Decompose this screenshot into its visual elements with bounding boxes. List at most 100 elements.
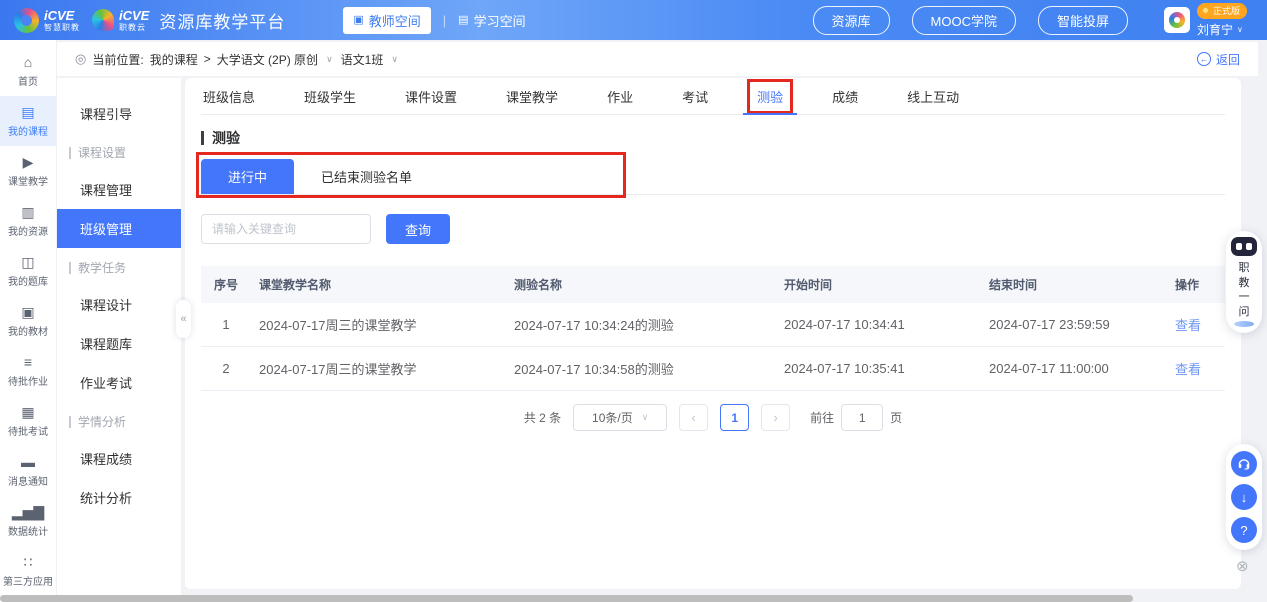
- tab-courseware-settings[interactable]: 课件设置: [403, 78, 459, 114]
- chevron-down-icon: ∨: [642, 412, 649, 423]
- tab-online-interaction[interactable]: 线上互动: [905, 78, 961, 114]
- submenu-item-course-design[interactable]: 课程设计: [57, 285, 181, 324]
- tab-label: 班级信息: [201, 87, 257, 106]
- sidebar-item-pending-homework[interactable]: ≡ 待批作业: [0, 346, 56, 396]
- submenu-item-course-question-bank[interactable]: 课程题库: [57, 324, 181, 363]
- smart-casting-button[interactable]: 智能投屏: [1038, 6, 1128, 35]
- horizontal-scrollbar[interactable]: [0, 595, 1133, 602]
- table-header-row: 序号 课堂教学名称 测验名称 开始时间 结束时间 操作: [201, 266, 1225, 303]
- sidebar-item-label: 我的资源: [8, 223, 48, 238]
- subtab-finished-list[interactable]: 已结束测验名单: [294, 159, 439, 194]
- user-menu[interactable]: 刘育宁 ∨: [1197, 21, 1243, 38]
- prev-page-button[interactable]: ‹: [679, 404, 708, 431]
- sidebar-item-question-bank[interactable]: ◫ 我的题库: [0, 246, 56, 296]
- goto-page-input[interactable]: [841, 404, 883, 431]
- chevron-down-icon[interactable]: ∨: [326, 54, 333, 65]
- robot-icon: [1231, 237, 1257, 256]
- mooc-academy-button[interactable]: MOOC学院: [912, 6, 1016, 35]
- sidebar-item-home[interactable]: ⌂ 首页: [0, 46, 56, 96]
- tab-label: 课件设置: [403, 87, 459, 106]
- icve-swirl-logo-icon: [14, 8, 39, 33]
- space-divider: |: [443, 13, 446, 28]
- learning-space-button[interactable]: ▤ 学习空间: [458, 11, 525, 30]
- sidebar-item-textbooks[interactable]: ▣ 我的教材: [0, 296, 56, 346]
- breadcrumb-location-label: 当前位置:: [92, 51, 143, 68]
- search-input[interactable]: [201, 214, 371, 244]
- customer-service-button[interactable]: [1231, 451, 1257, 477]
- breadcrumb-class[interactable]: 语文1班: [341, 51, 384, 68]
- submenu-item-statistical-analysis[interactable]: 统计分析: [57, 478, 181, 517]
- back-button[interactable]: ← 返回: [1197, 51, 1240, 68]
- submenu-item-course-grades[interactable]: 课程成绩: [57, 439, 181, 478]
- sidebar-item-notifications[interactable]: ▬ 消息通知: [0, 446, 56, 496]
- tab-label: 课堂教学: [504, 87, 560, 106]
- username: 刘育宁: [1197, 21, 1233, 38]
- tab-label: 考试: [680, 87, 710, 106]
- sidebar-collapse-handle[interactable]: «: [176, 300, 191, 338]
- page-size-select[interactable]: 10条/页 ∨: [573, 404, 667, 431]
- pending-homework-icon: ≡: [24, 355, 32, 369]
- help-button[interactable]: ?: [1231, 517, 1257, 543]
- tab-class-info[interactable]: 班级信息: [201, 78, 257, 114]
- close-toolbar-button[interactable]: ⊗: [1236, 557, 1249, 575]
- teacher-space-button[interactable]: ▣ 教师空间: [343, 7, 430, 34]
- resources-icon: ▥: [21, 205, 34, 219]
- sidebar-item-label: 首页: [18, 73, 38, 88]
- submenu-section-learning-analysis: 学情分析: [57, 402, 181, 439]
- pagination-total: 共 2 条: [524, 409, 561, 426]
- tab-class-students[interactable]: 班级学生: [302, 78, 358, 114]
- assistant-widget[interactable]: 职教一问: [1226, 231, 1262, 333]
- breadcrumb-course[interactable]: 大学语文 (2P) 原创: [217, 51, 318, 68]
- subtab-in-progress[interactable]: 进行中: [201, 159, 294, 194]
- sidebar-item-my-courses[interactable]: ▤ 我的课程: [0, 96, 56, 146]
- tab-label: 线上互动: [905, 87, 961, 106]
- quiz-section-title: 测验: [201, 128, 1225, 148]
- view-link[interactable]: 查看: [1175, 318, 1201, 333]
- search-button[interactable]: 查询: [386, 214, 450, 244]
- sidebar-item-label: 待批考试: [8, 423, 48, 438]
- logo-primary-brand: iCVE: [44, 9, 80, 22]
- teacher-space-icon: ▣: [353, 15, 363, 26]
- grid-dots-icon: ∷: [24, 555, 33, 569]
- tab-homework[interactable]: 作业: [605, 78, 635, 114]
- collapse-icon: «: [180, 313, 186, 325]
- back-arrow-icon: ←: [1197, 52, 1211, 66]
- cell-teaching-name: 2024-07-17周三的课堂教学: [251, 303, 506, 347]
- chevron-down-icon: ∨: [1237, 25, 1243, 34]
- textbook-icon: ▣: [21, 305, 34, 319]
- resource-library-button[interactable]: 资源库: [813, 6, 890, 35]
- question-mark-icon: ?: [1240, 523, 1247, 538]
- tab-exam[interactable]: 考试: [680, 78, 710, 114]
- sidebar-item-pending-exams[interactable]: ▦ 待批考试: [0, 396, 56, 446]
- cell-end-time: 2024-07-17 23:59:59: [981, 303, 1167, 347]
- tab-grades[interactable]: 成绩: [830, 78, 860, 114]
- teacher-space-label: 教师空间: [369, 11, 421, 30]
- avatar[interactable]: [1164, 7, 1190, 33]
- sidebar-item-my-resources[interactable]: ▥ 我的资源: [0, 196, 56, 246]
- classroom-teaching-icon: ▶: [23, 155, 34, 169]
- logo-secondary-sub: 职教云: [119, 24, 149, 32]
- view-link[interactable]: 查看: [1175, 362, 1201, 377]
- cell-start-time: 2024-07-17 10:35:41: [776, 347, 981, 391]
- sidebar-item-third-party-apps[interactable]: ∷ 第三方应用: [0, 546, 56, 596]
- logo-primary-sub: 智慧职教: [44, 24, 80, 32]
- bar-chart-icon: ▂▅▇: [12, 505, 44, 519]
- next-page-button[interactable]: ›: [761, 404, 790, 431]
- sidebar-item-classroom-teaching[interactable]: ▶ 课堂教学: [0, 146, 56, 196]
- sidebar-item-label: 课堂教学: [8, 173, 48, 188]
- page-number-button[interactable]: 1: [720, 404, 749, 431]
- pending-exam-icon: ▦: [21, 405, 34, 419]
- tab-quiz[interactable]: 测验: [755, 78, 785, 114]
- tab-classroom-teaching[interactable]: 课堂教学: [504, 78, 560, 114]
- sidebar-item-statistics[interactable]: ▂▅▇ 数据统计: [0, 496, 56, 546]
- submenu-item-course-management[interactable]: 课程管理: [57, 170, 181, 209]
- chevron-down-icon[interactable]: ∨: [391, 54, 398, 65]
- column-header-end-time: 结束时间: [981, 266, 1167, 303]
- submenu-item-homework-exam[interactable]: 作业考试: [57, 363, 181, 402]
- download-button[interactable]: ↓: [1231, 484, 1257, 510]
- submenu-item-course-guide[interactable]: 课程引导: [57, 94, 181, 133]
- submenu-item-class-management[interactable]: 班级管理: [57, 209, 181, 248]
- breadcrumb-root[interactable]: 我的课程: [150, 51, 198, 68]
- icve-shell-logo-icon: [92, 9, 114, 31]
- sidebar-item-label: 消息通知: [8, 473, 48, 488]
